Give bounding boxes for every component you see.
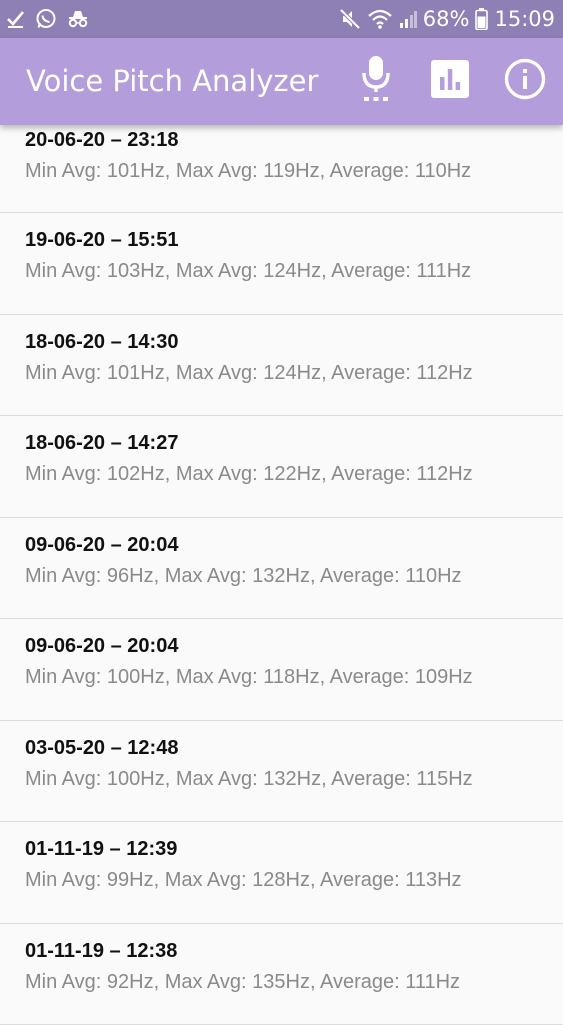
mute-icon bbox=[339, 8, 361, 30]
recordings-list: 20-06-20 – 23:18 Min Avg: 101Hz, Max Avg… bbox=[0, 125, 563, 1025]
check-icon bbox=[6, 9, 26, 29]
clock: 15:09 bbox=[494, 7, 555, 31]
list-item[interactable]: 19-06-20 – 15:51 Min Avg: 103Hz, Max Avg… bbox=[0, 213, 563, 315]
list-item[interactable]: 18-06-20 – 14:30 Min Avg: 101Hz, Max Avg… bbox=[0, 315, 563, 417]
recording-date: 01-11-19 – 12:39 bbox=[25, 838, 177, 861]
recording-stats: Min Avg: 102Hz, Max Avg: 122Hz, Average:… bbox=[25, 463, 473, 486]
info-icon bbox=[504, 58, 546, 105]
whatsapp-icon bbox=[35, 8, 57, 30]
recording-date: 09-06-20 – 20:04 bbox=[25, 635, 178, 658]
list-item[interactable]: 03-05-20 – 12:48 Min Avg: 100Hz, Max Avg… bbox=[0, 721, 563, 823]
recording-stats: Min Avg: 100Hz, Max Avg: 118Hz, Average:… bbox=[25, 666, 473, 689]
statistics-button[interactable] bbox=[425, 56, 475, 106]
list-item[interactable]: 09-06-20 – 20:04 Min Avg: 96Hz, Max Avg:… bbox=[0, 518, 563, 620]
recording-date: 18-06-20 – 14:27 bbox=[25, 432, 178, 455]
status-bar: 68% 15:09 bbox=[0, 0, 563, 38]
list-item[interactable]: 01-11-19 – 12:38 Min Avg: 92Hz, Max Avg:… bbox=[0, 924, 563, 1025]
microphone-icon bbox=[359, 54, 393, 109]
recording-stats: Min Avg: 100Hz, Max Avg: 132Hz, Average:… bbox=[25, 768, 473, 791]
list-item[interactable]: 09-06-20 – 20:04 Min Avg: 100Hz, Max Avg… bbox=[0, 619, 563, 721]
list-item[interactable]: 20-06-20 – 23:18 Min Avg: 101Hz, Max Avg… bbox=[0, 125, 563, 213]
record-button[interactable] bbox=[351, 56, 401, 106]
recording-stats: Min Avg: 96Hz, Max Avg: 132Hz, Average: … bbox=[25, 565, 462, 588]
battery-percent: 68% bbox=[423, 7, 470, 31]
recording-date: 03-05-20 – 12:48 bbox=[25, 737, 178, 760]
app-bar: Voice Pitch Analyzer bbox=[0, 38, 563, 125]
signal-icon bbox=[399, 9, 417, 29]
recording-stats: Min Avg: 101Hz, Max Avg: 124Hz, Average:… bbox=[25, 362, 473, 385]
info-button[interactable] bbox=[500, 56, 550, 106]
incognito-icon bbox=[66, 9, 90, 29]
list-item[interactable]: 01-11-19 – 12:39 Min Avg: 99Hz, Max Avg:… bbox=[0, 822, 563, 924]
recording-date: 18-06-20 – 14:30 bbox=[25, 331, 178, 354]
app-title: Voice Pitch Analyzer bbox=[26, 38, 318, 125]
bar-chart-icon bbox=[431, 60, 469, 103]
list-item[interactable]: 18-06-20 – 14:27 Min Avg: 102Hz, Max Avg… bbox=[0, 416, 563, 518]
recording-stats: Min Avg: 99Hz, Max Avg: 128Hz, Average: … bbox=[25, 869, 462, 892]
recording-date: 01-11-19 – 12:38 bbox=[25, 940, 177, 963]
recording-date: 09-06-20 – 20:04 bbox=[25, 534, 178, 557]
wifi-icon bbox=[367, 8, 393, 30]
system-status: 68% 15:09 bbox=[339, 0, 555, 38]
recording-stats: Min Avg: 92Hz, Max Avg: 135Hz, Average: … bbox=[25, 971, 460, 994]
recording-date: 20-06-20 – 23:18 bbox=[25, 129, 178, 152]
recording-stats: Min Avg: 103Hz, Max Avg: 124Hz, Average:… bbox=[25, 260, 471, 283]
notification-icons bbox=[6, 0, 90, 38]
battery-icon bbox=[475, 8, 488, 30]
recording-date: 19-06-20 – 15:51 bbox=[25, 229, 178, 252]
recording-stats: Min Avg: 101Hz, Max Avg: 119Hz, Average:… bbox=[25, 160, 471, 183]
